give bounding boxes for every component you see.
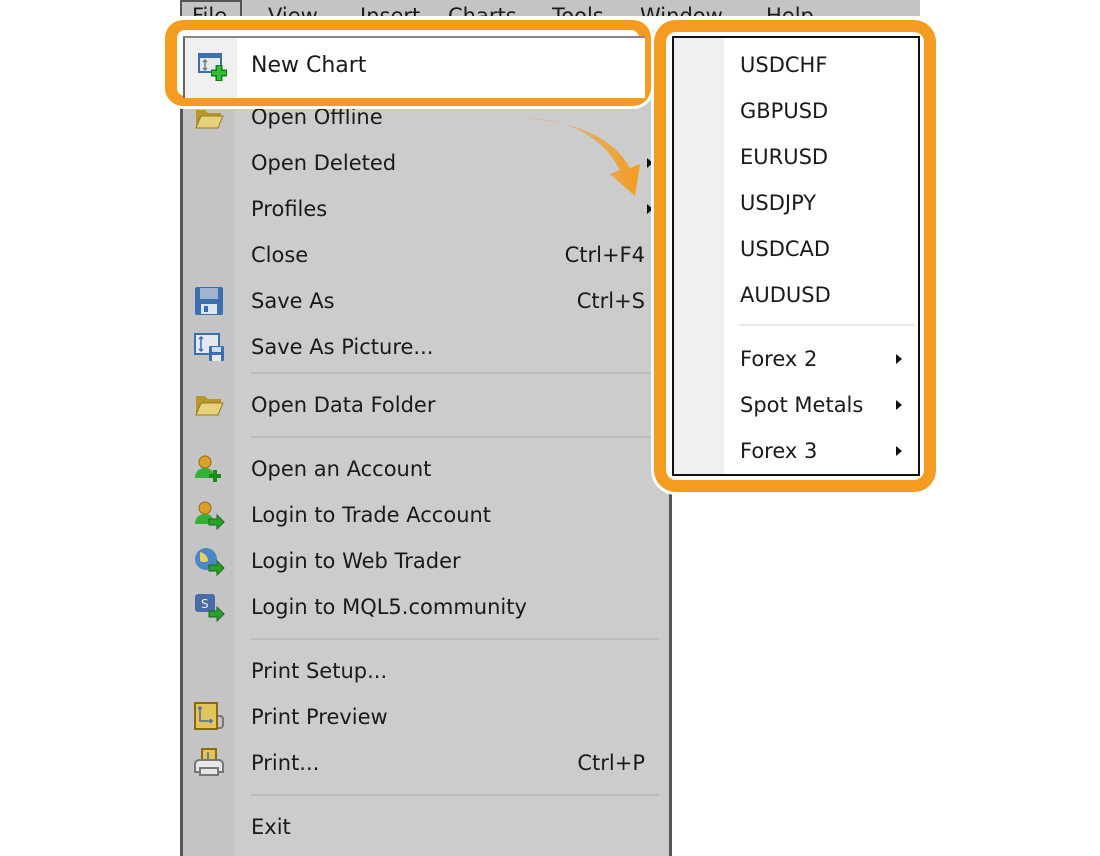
symbol-item[interactable]: AUDUSD: [674, 272, 918, 318]
menu-item-open-account[interactable]: Open an Account: [183, 446, 669, 492]
shortcut-label: Ctrl+S: [576, 289, 645, 313]
shortcut-label: Ctrl+F4: [564, 243, 645, 267]
submenu-arrow-icon: [896, 446, 902, 456]
symbol-item[interactable]: EURUSD: [674, 134, 918, 180]
globe-login-icon: [195, 548, 225, 576]
menu-window[interactable]: Window: [640, 4, 723, 16]
submenu-arrow-icon: [896, 400, 902, 410]
menu-separator: [251, 436, 659, 438]
menu-insert[interactable]: Insert: [360, 4, 420, 16]
svg-text:S: S: [201, 597, 209, 611]
symbol-group-item[interactable]: Forex 2: [674, 336, 918, 382]
menu-item-login-web-trader[interactable]: Login to Web Trader: [183, 538, 669, 584]
menu-separator: [251, 794, 659, 796]
menu-file[interactable]: File: [180, 0, 242, 16]
symbol-item[interactable]: USDJPY: [674, 180, 918, 226]
menu-item-login-mql5[interactable]: S Login to MQL5.community: [183, 584, 669, 630]
menu-item-print-preview[interactable]: Print Preview: [183, 694, 669, 740]
menu-item-open-data-folder[interactable]: Open Data Folder: [183, 382, 669, 428]
symbol-group-item[interactable]: Forex 3: [674, 428, 918, 474]
menu-item-exit[interactable]: Exit: [183, 804, 669, 850]
menu-item-login-trade-account[interactable]: Login to Trade Account: [183, 492, 669, 538]
submenu-arrow-icon: [647, 204, 653, 214]
submenu-arrow-icon: [896, 354, 902, 364]
menu-bar: File View Insert Charts Tools Window Hel…: [180, 0, 920, 16]
menu-item-new-chart[interactable]: New Chart: [183, 36, 645, 98]
floppy-disk-icon: [195, 287, 223, 315]
symbol-item[interactable]: USDCAD: [674, 226, 918, 272]
menu-view[interactable]: View: [268, 4, 318, 16]
menu-item-save-as[interactable]: Save As Ctrl+S: [183, 278, 669, 324]
symbol-item[interactable]: GBPUSD: [674, 88, 918, 134]
menu-help[interactable]: Help: [766, 4, 814, 16]
symbol-item[interactable]: USDCHF: [674, 42, 918, 88]
menu-item-print[interactable]: Print... Ctrl+P: [183, 740, 669, 786]
save-picture-icon: [194, 333, 224, 361]
symbol-submenu: USDCHF GBPUSD EURUSD USDJPY USDCAD AUDUS…: [672, 36, 920, 476]
menu-item-close[interactable]: Close Ctrl+F4: [183, 232, 669, 278]
new-chart-icon: [198, 53, 227, 81]
menu-item-print-setup[interactable]: Print Setup...: [183, 648, 669, 694]
menu-separator: [251, 638, 659, 640]
menu-separator: [740, 324, 914, 326]
user-add-icon: [195, 455, 221, 482]
folder-icon: [195, 396, 224, 416]
symbol-group-item[interactable]: Spot Metals: [674, 382, 918, 428]
mql5-login-icon: S: [195, 594, 225, 622]
menu-item-save-as-picture[interactable]: Save As Picture...: [183, 324, 669, 370]
pointer-arrow-icon: [512, 117, 640, 196]
menu-charts[interactable]: Charts: [448, 4, 517, 16]
user-login-icon: [195, 501, 225, 530]
print-preview-icon: [194, 702, 224, 730]
shortcut-label: Ctrl+P: [577, 751, 645, 775]
menu-separator: [251, 372, 659, 374]
menu-tools[interactable]: Tools: [552, 4, 604, 16]
folder-icon: [195, 110, 224, 129]
printer-icon: [194, 748, 224, 776]
